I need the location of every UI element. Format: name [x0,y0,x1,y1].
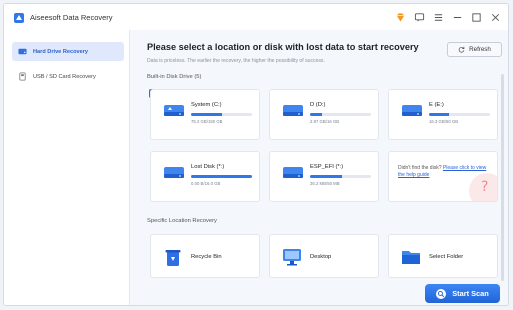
location-label: Desktop [310,254,332,260]
question-mark-icon: ? [469,173,497,201]
drive-name: System (C:) [191,102,222,108]
app-logo-icon [14,13,24,23]
hard-drive-icon [18,48,27,55]
drive-name: D (D:) [310,102,326,108]
drive-card-e[interactable]: E (E:) 16.3 GB/50 GB [388,89,498,140]
premium-diamond-icon[interactable] [394,11,406,23]
usb-icon [19,72,26,81]
close-icon[interactable] [489,11,501,23]
drive-usage-bar [191,113,252,116]
drive-size: 0.00 B/16.0 GB [191,181,221,186]
refresh-icon [458,46,465,53]
desktop-icon [283,249,301,266]
scan-icon [436,288,447,299]
folder-icon [402,251,420,264]
drive-card-lost-disk[interactable]: Lost Disk (*:) 0.00 B/16.0 GB [150,151,260,202]
recycle-bin-icon [165,250,181,266]
start-scan-label: Start Scan [452,289,489,298]
drive-card-d[interactable]: D (D:) 2.97 GB/16 GB [269,89,379,140]
sidebar: Hard Drive Recovery USB / SD Card Recove… [4,30,130,305]
refresh-label: Refresh [469,46,491,53]
location-label: Select Folder [429,254,464,260]
location-card-select-folder[interactable]: Select Folder [388,234,498,278]
hard-drive-icon [283,167,303,178]
maximize-icon[interactable] [470,11,482,23]
drive-card-esp-efi[interactable]: ESP_EFI (*:) 26.2 MB/50 MB [269,151,379,202]
menu-icon[interactable] [432,11,444,23]
builtin-disk-label: Built-in Disk Drive (5) [147,74,202,80]
page-title: Please select a location or disk with lo… [147,42,419,52]
specific-location-label: Specific Location Recovery [147,218,217,224]
drive-usage-bar [429,113,490,116]
drive-name: ESP_EFI (*:) [310,164,344,170]
hard-drive-icon [164,105,184,116]
sidebar-item-label: USB / SD Card Recovery [33,73,96,80]
start-scan-button[interactable]: Start Scan [425,284,500,303]
title-bar: Aiseesoft Data Recovery [4,4,508,30]
svg-text:?: ? [481,179,488,195]
main-panel: Please select a location or disk with lo… [131,30,508,305]
feedback-icon[interactable] [413,11,425,23]
drive-usage-bar [191,175,252,178]
app-title: Aiseesoft Data Recovery [30,13,113,22]
help-card: Didn't find the disk? Please click to vi… [388,151,498,202]
refresh-button[interactable]: Refresh [447,42,502,57]
location-card-recycle-bin[interactable]: Recycle Bin [150,234,260,278]
minimize-icon[interactable] [451,11,463,23]
drive-usage-bar [310,113,371,116]
page-subtitle: Data is priceless. The earlier the recov… [147,58,325,64]
sidebar-item-usb-sd-card-recovery[interactable]: USB / SD Card Recovery [12,67,124,86]
hard-drive-icon [164,167,184,178]
drive-card-system-c[interactable]: System (C:) 75.2 GB/150 GB [150,89,260,140]
drive-usage-bar [310,175,371,178]
drive-size: 16.3 GB/50 GB [429,119,459,124]
app-window: Aiseesoft Data Recovery Hard Drive Recov… [3,3,509,306]
drive-size: 26.2 MB/50 MB [310,181,340,186]
location-label: Recycle Bin [191,254,222,260]
drive-name: Lost Disk (*:) [191,164,225,170]
scrollbar[interactable] [501,74,504,281]
hard-drive-icon [402,105,422,116]
sidebar-item-label: Hard Drive Recovery [33,48,89,55]
drive-name: E (E:) [429,102,444,108]
hard-drive-icon [283,105,303,116]
drive-size: 75.2 GB/150 GB [191,119,223,124]
sidebar-item-hard-drive-recovery[interactable]: Hard Drive Recovery [12,42,124,61]
location-card-desktop[interactable]: Desktop [269,234,379,278]
drive-size: 2.97 GB/16 GB [310,119,340,124]
